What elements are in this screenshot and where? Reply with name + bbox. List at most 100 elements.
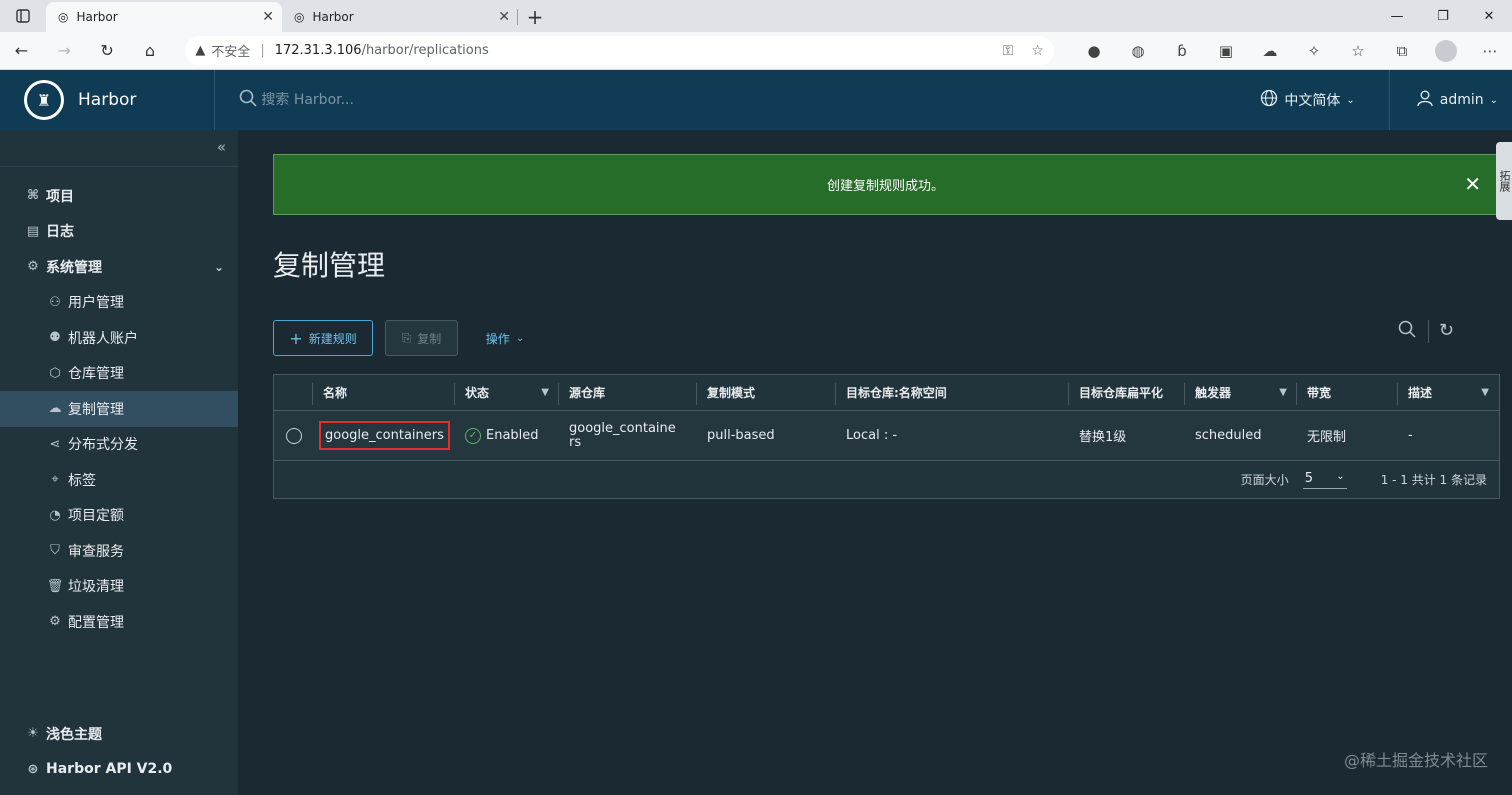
extensions-icon[interactable]: ✧ bbox=[1292, 32, 1336, 70]
bandwidth-cell: 无限制 bbox=[1297, 411, 1398, 460]
theme-toggle[interactable]: ☀ 浅色主题 bbox=[0, 716, 238, 752]
browser-tab-1[interactable]: ◎ Harbor ✕ bbox=[46, 2, 282, 32]
sidebar-nav: ⌘ 项目 ▤ 日志 ⚙ 系统管理 ⌄ ⚇ 用户管理 ⚉ 机器人账户 ⬡ 仓库管理… bbox=[0, 178, 238, 640]
favorite-add-icon[interactable]: ☆ bbox=[1031, 43, 1044, 59]
destination-value: Local : - bbox=[846, 428, 898, 443]
extension-b-icon[interactable]: ɓ bbox=[1160, 32, 1204, 70]
sidebar-item-administration[interactable]: ⚙ 系统管理 ⌄ bbox=[0, 249, 238, 285]
collections-icon[interactable]: ⧉ bbox=[1380, 32, 1424, 70]
extension-globe-icon[interactable]: ◍ bbox=[1116, 32, 1160, 70]
column-header-trigger[interactable]: 触发器 ▼ bbox=[1185, 375, 1297, 410]
column-label: 名称 bbox=[323, 386, 348, 400]
more-icon[interactable]: ⋯ bbox=[1468, 32, 1512, 70]
replication-rules-table: 名称 状态 ▼ 源仓库 复制模式 目标仓库:名称空间 目标仓库扁平化 触发器 ▼ 带… bbox=[273, 374, 1500, 499]
harbor-favicon-icon: ◎ bbox=[294, 10, 305, 24]
refresh-icon[interactable]: ↻ bbox=[1427, 320, 1454, 343]
sidebar-item-label: 日志 bbox=[46, 224, 74, 241]
sidebar-item-label: 用户管理 bbox=[68, 295, 124, 312]
profile-avatar[interactable] bbox=[1424, 32, 1468, 70]
mode-cell: pull-based bbox=[697, 411, 836, 460]
collapse-sidebar-icon[interactable]: « bbox=[217, 138, 226, 156]
sidebar-item-quotas[interactable]: ◔ 项目定额 bbox=[0, 498, 238, 534]
copy-button[interactable]: ⎘ 复制 bbox=[385, 320, 458, 356]
logs-icon: ▤ bbox=[26, 223, 40, 239]
browser-tab-2[interactable]: ◎ Harbor ✕ bbox=[282, 2, 518, 32]
harbor-logo-icon[interactable]: ♜ bbox=[24, 80, 64, 120]
sidebar-item-logs[interactable]: ▤ 日志 bbox=[0, 214, 238, 250]
source-cell: google_containers bbox=[559, 411, 697, 460]
tab-close-icon[interactable]: ✕ bbox=[262, 9, 274, 25]
language-selector[interactable]: 中文简体 ⌄ bbox=[1260, 70, 1388, 130]
table-row[interactable]: google_containers ✓ Enabled google_contai… bbox=[274, 411, 1499, 461]
column-header-bandwidth[interactable]: 带宽 bbox=[1297, 375, 1398, 410]
reload-icon[interactable]: ↻ bbox=[86, 32, 129, 70]
column-header-name[interactable]: 名称 bbox=[313, 375, 455, 410]
new-rule-button[interactable]: + 新建规则 bbox=[273, 320, 373, 356]
sidebar-divider bbox=[0, 166, 238, 167]
copy-label: 复制 bbox=[417, 331, 442, 346]
page-size-select[interactable]: 5 ⌄ bbox=[1302, 471, 1347, 489]
column-header-destination[interactable]: 目标仓库:名称空间 bbox=[836, 375, 1069, 410]
global-search[interactable] bbox=[214, 70, 562, 130]
user-menu[interactable]: admin ⌄ bbox=[1388, 70, 1512, 130]
forward-icon[interactable]: → bbox=[43, 32, 86, 70]
key-icon[interactable]: ⚿ bbox=[1003, 43, 1014, 59]
sun-icon: ☀ bbox=[27, 726, 39, 742]
extension-green-icon[interactable]: ● bbox=[1072, 32, 1116, 70]
sidebar-item-registries[interactable]: ⬡ 仓库管理 bbox=[0, 356, 238, 392]
column-label: 触发器 bbox=[1195, 386, 1232, 400]
sidebar-item-label: 机器人账户 bbox=[68, 330, 138, 347]
sidebar-item-labels[interactable]: ⌖ 标签 bbox=[0, 462, 238, 498]
minimize-icon[interactable]: — bbox=[1374, 0, 1420, 32]
filter-icon[interactable]: ▼ bbox=[1481, 387, 1489, 398]
home-icon[interactable]: ⌂ bbox=[128, 32, 171, 70]
favorites-icon[interactable]: ☆ bbox=[1336, 32, 1380, 70]
column-header-source[interactable]: 源仓库 bbox=[559, 375, 697, 410]
theme-label: 浅色主题 bbox=[46, 726, 102, 743]
sidebar-item-robot-accounts[interactable]: ⚉ 机器人账户 bbox=[0, 320, 238, 356]
description-value: - bbox=[1408, 428, 1413, 443]
sidebar-item-distributions[interactable]: ⋖ 分布式分发 bbox=[0, 427, 238, 463]
actions-dropdown[interactable]: 操作 ⌄ bbox=[476, 320, 534, 356]
url-path: /harbor/replications bbox=[361, 43, 489, 58]
api-explorer-link[interactable]: ⊛ Harbor API V2.0 bbox=[0, 752, 238, 788]
page-size-label: 页面大小 bbox=[1240, 473, 1289, 487]
sidebar-item-garbage-collection[interactable]: 🗑︎ 垃圾清理 bbox=[0, 569, 238, 605]
sidebar-item-label: 标签 bbox=[68, 472, 96, 489]
tag-icon: ⌖ bbox=[51, 472, 59, 488]
sidebar-item-users[interactable]: ⚇ 用户管理 bbox=[0, 285, 238, 321]
sidebar-item-replications[interactable]: ☁ 复制管理 bbox=[0, 391, 238, 427]
maximize-icon[interactable]: ❐ bbox=[1420, 0, 1466, 32]
column-header-description[interactable]: 描述 ▼ bbox=[1398, 375, 1499, 410]
column-header-flatten[interactable]: 目标仓库扁平化 bbox=[1069, 375, 1185, 410]
column-label: 源仓库 bbox=[569, 386, 606, 400]
registry-icon: ⬡ bbox=[49, 365, 61, 381]
tab-actions-icon[interactable] bbox=[0, 0, 46, 32]
side-extension-tab[interactable]: 拓展 bbox=[1496, 142, 1512, 220]
filter-icon[interactable]: ▼ bbox=[541, 387, 549, 398]
back-icon[interactable]: ← bbox=[0, 32, 43, 70]
window-close-icon[interactable]: ✕ bbox=[1466, 0, 1512, 32]
robot-icon: ⚉ bbox=[49, 330, 61, 346]
column-header-mode[interactable]: 复制模式 bbox=[697, 375, 836, 410]
sidebar-footer: ☀ 浅色主题 ⊛ Harbor API V2.0 bbox=[0, 716, 238, 787]
rule-name-link[interactable]: google_containers bbox=[319, 421, 450, 450]
search-input[interactable] bbox=[261, 92, 562, 108]
extension-cloud-icon[interactable]: ☁ bbox=[1248, 32, 1292, 70]
filter-icon[interactable]: ▼ bbox=[1279, 387, 1287, 398]
sidebar-item-configuration[interactable]: ⚙ 配置管理 bbox=[0, 604, 238, 640]
sidebar-item-projects[interactable]: ⌘ 项目 bbox=[0, 178, 238, 214]
trigger-cell: scheduled bbox=[1185, 411, 1297, 460]
tab-close-icon[interactable]: ✕ bbox=[498, 9, 510, 25]
user-icon bbox=[1416, 89, 1434, 111]
row-radio[interactable] bbox=[285, 427, 302, 444]
brand-name[interactable]: Harbor bbox=[78, 90, 136, 110]
address-bar[interactable]: ▲ 不安全 | 172.31.3.106 /harbor/replication… bbox=[185, 35, 1054, 66]
close-icon[interactable]: ✕ bbox=[1464, 172, 1481, 196]
new-tab-button[interactable]: + bbox=[518, 2, 552, 32]
extension-box-icon[interactable]: ▣ bbox=[1204, 32, 1248, 70]
search-icon[interactable] bbox=[1398, 320, 1416, 343]
column-header-status[interactable]: 状态 ▼ bbox=[455, 375, 559, 410]
sidebar-item-interrogation[interactable]: ⛉ 审查服务 bbox=[0, 533, 238, 569]
gear-icon: ⚙ bbox=[49, 614, 61, 630]
